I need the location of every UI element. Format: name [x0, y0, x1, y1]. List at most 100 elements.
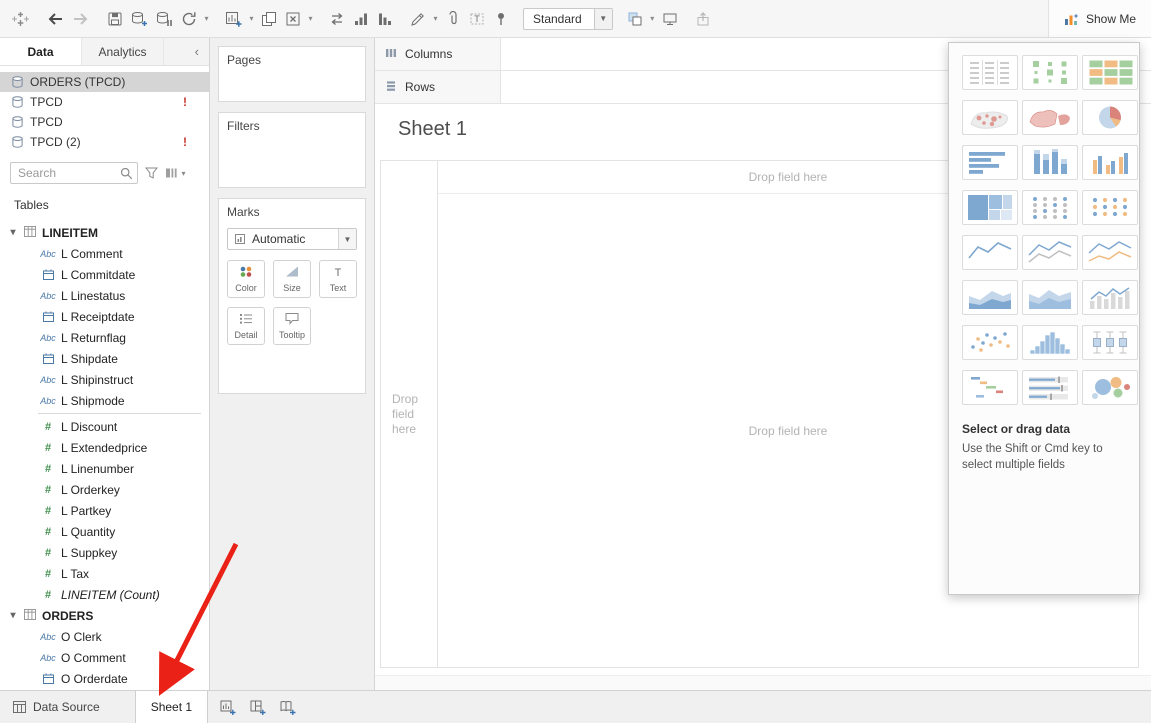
caret-down-icon[interactable]: ▾ [201, 14, 212, 23]
showme-item-stacked-bars[interactable] [1022, 145, 1078, 180]
run-auto-updates-button[interactable] [177, 5, 201, 33]
new-story-tab-button[interactable] [280, 700, 296, 715]
showme-item-dual-combination[interactable] [1082, 280, 1138, 315]
caret-down-icon[interactable]: ▾ [647, 14, 658, 23]
showme-item-circle-views[interactable] [1022, 190, 1078, 225]
datasource-item[interactable]: TPCD [0, 112, 209, 132]
sort-descending-button[interactable] [373, 5, 397, 33]
showme-item-filled-map[interactable] [1022, 100, 1078, 135]
showme-item-histogram[interactable] [1022, 325, 1078, 360]
mark-type-dropdown[interactable]: Automatic ▼ [227, 228, 357, 250]
add-data-source-button[interactable] [127, 5, 152, 33]
table-group-lineitem[interactable]: ▾LINEITEM [0, 222, 209, 243]
showme-item-symbol-map[interactable] [962, 100, 1018, 135]
showme-item-discrete-area[interactable] [1022, 280, 1078, 315]
horizontal-scrollbar[interactable] [375, 675, 1151, 690]
forward-button[interactable] [68, 5, 94, 33]
new-worksheet-tab-button[interactable] [220, 700, 236, 715]
showme-item-discrete-lines[interactable] [1022, 235, 1078, 270]
clear-sheet-button[interactable] [281, 5, 305, 33]
showme-item-box-plot[interactable] [1082, 325, 1138, 360]
field-item[interactable]: AbcL Linestatus [0, 285, 209, 306]
duplicate-button[interactable] [257, 5, 281, 33]
caret-down-icon[interactable]: ▼ [338, 229, 356, 249]
datasource-item[interactable]: ORDERS (TPCD) [0, 72, 209, 92]
field-item[interactable]: #L Extendedprice [0, 437, 209, 458]
group-members-button[interactable] [441, 5, 465, 33]
field-item[interactable]: L Shipdate [0, 348, 209, 369]
showme-item-pie-chart[interactable] [1082, 100, 1138, 135]
field-item[interactable]: #L Quantity [0, 521, 209, 542]
fit-selector-dropdown[interactable]: Standard ▼ [523, 8, 613, 30]
tab-data-source[interactable]: Data Source [0, 691, 113, 723]
sort-ascending-button[interactable] [349, 5, 373, 33]
caret-down-icon[interactable]: ▾ [430, 14, 441, 23]
tab-data[interactable]: Data [0, 38, 82, 65]
field-item[interactable]: AbcO Clerk [0, 626, 209, 647]
marks-text-button[interactable]: TText [319, 260, 357, 298]
marks-detail-button[interactable]: Detail [227, 307, 265, 345]
datasource-item[interactable]: TPCD! [0, 92, 209, 112]
save-button[interactable] [103, 5, 127, 33]
showme-item-packed-bubbles[interactable] [1082, 370, 1138, 405]
filter-fields-button[interactable] [145, 167, 158, 179]
field-item[interactable]: #LINEITEM (Count) [0, 584, 209, 605]
field-item[interactable]: AbcL Comment [0, 243, 209, 264]
showme-item-text-table[interactable] [962, 55, 1018, 90]
new-dashboard-tab-button[interactable] [250, 700, 266, 715]
field-item[interactable]: L Commitdate [0, 264, 209, 285]
marks-size-button[interactable]: Size [273, 260, 311, 298]
datasource-item[interactable]: TPCD (2)! [0, 132, 209, 152]
share-button[interactable] [691, 5, 715, 33]
filters-card[interactable]: Filters [218, 112, 366, 188]
highlight-button[interactable] [406, 5, 430, 33]
field-item[interactable]: #L Discount [0, 416, 209, 437]
tab-analytics[interactable]: Analytics [82, 38, 164, 65]
marks-color-button[interactable]: Color [227, 260, 265, 298]
caret-down-icon[interactable]: ▾ [246, 14, 257, 23]
caret-down-icon[interactable]: ▼ [594, 9, 612, 29]
presentation-mode-button[interactable] [658, 5, 682, 33]
table-group-orders[interactable]: ▾ORDERS [0, 605, 209, 626]
field-item[interactable]: AbcO Comment [0, 647, 209, 668]
chevron-down-icon[interactable]: ▾ [8, 610, 18, 621]
collapse-pane-button[interactable]: ‹ [185, 38, 209, 65]
swap-rows-columns-button[interactable] [325, 5, 349, 33]
showme-item-continuous-area[interactable] [962, 280, 1018, 315]
showme-item-heat-map[interactable] [1022, 55, 1078, 90]
tab-sheet-1[interactable]: Sheet 1 [135, 691, 208, 723]
field-item[interactable]: AbcL Returnflag [0, 327, 209, 348]
field-item[interactable]: O Orderdate [0, 668, 209, 689]
field-item[interactable]: #L Orderkey [0, 479, 209, 500]
drop-zone-rows[interactable]: Drop field here [381, 161, 438, 667]
new-worksheet-button[interactable] [221, 5, 246, 33]
showme-item-side-by-side-bars[interactable] [1082, 145, 1138, 180]
field-item[interactable]: AbcL Shipmode [0, 390, 209, 411]
search-input[interactable] [11, 163, 137, 183]
caret-down-icon[interactable]: ▾ [305, 14, 316, 23]
pause-auto-updates-button[interactable] [152, 5, 177, 33]
showme-item-gantt[interactable] [962, 370, 1018, 405]
view-options-button[interactable]: ▾ [165, 167, 189, 179]
field-item[interactable]: AbcL Shipinstruct [0, 369, 209, 390]
showme-item-dual-lines[interactable] [1082, 235, 1138, 270]
showme-item-scatter-plot[interactable] [962, 325, 1018, 360]
caret-down-icon[interactable]: ▾ [178, 169, 189, 178]
chevron-down-icon[interactable]: ▾ [8, 227, 18, 238]
field-item[interactable]: #L Tax [0, 563, 209, 584]
field-item[interactable]: L Receiptdate [0, 306, 209, 327]
showme-item-treemap[interactable] [962, 190, 1018, 225]
pages-card[interactable]: Pages [218, 46, 366, 102]
showme-item-bullet-graph[interactable] [1022, 370, 1078, 405]
back-button[interactable] [42, 5, 68, 33]
fix-axes-button[interactable] [489, 5, 513, 33]
show-hide-cards-button[interactable] [623, 5, 647, 33]
showme-item-highlight-table[interactable] [1082, 55, 1138, 90]
showme-item-continuous-lines[interactable] [962, 235, 1018, 270]
field-item[interactable]: #L Linenumber [0, 458, 209, 479]
show-mark-labels-button[interactable]: T [465, 5, 489, 33]
show-me-toggle-button[interactable]: Show Me [1048, 0, 1151, 37]
marks-tooltip-button[interactable]: Tooltip [273, 307, 311, 345]
showme-item-horizontal-bars[interactable] [962, 145, 1018, 180]
field-item[interactable]: #L Suppkey [0, 542, 209, 563]
